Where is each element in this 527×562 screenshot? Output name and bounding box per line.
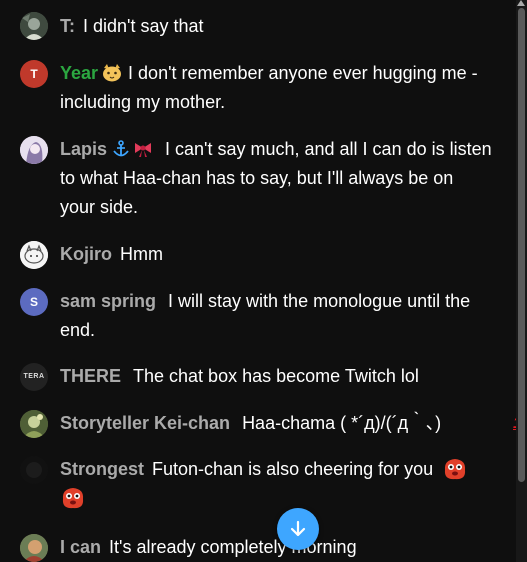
avatar-photo xyxy=(20,241,48,269)
message-content: Hmm xyxy=(120,244,163,264)
red-blob-emoji xyxy=(62,488,84,509)
message-text-block: I can It's already completely morning xyxy=(60,533,492,562)
ribbon-emoji xyxy=(135,143,152,157)
anchor-emoji xyxy=(113,140,129,157)
live-chat-panel: T: I didn't say that T Year I don't remem… xyxy=(0,0,516,562)
chat-message: Lapis I can't say much, and all I can do… xyxy=(20,135,492,222)
avatar-photo xyxy=(20,534,48,562)
avatar[interactable] xyxy=(20,241,48,269)
avatar-photo xyxy=(20,12,48,40)
author-name[interactable]: Storyteller Kei-chan xyxy=(60,413,230,433)
message-text-block: Lapis I can't say much, and all I can do… xyxy=(60,135,492,222)
chat-message: Kojiro Hmm xyxy=(20,240,492,269)
author-name[interactable]: Strongest xyxy=(60,459,144,479)
avatar[interactable] xyxy=(20,136,48,164)
scroll-up-arrow-icon[interactable] xyxy=(517,0,525,6)
message-content: I didn't say that xyxy=(83,16,204,36)
chat-message: Strongest Futon-chan is also cheering for… xyxy=(20,455,492,513)
message-text-block: sam spring I will stay with the monologue… xyxy=(60,287,492,345)
chat-message: I can It's already completely morning xyxy=(20,533,492,562)
avatar[interactable]: T xyxy=(20,60,48,88)
red-blob-emoji xyxy=(445,459,466,480)
avatar[interactable] xyxy=(20,456,48,484)
avatar[interactable] xyxy=(20,534,48,562)
message-content: Futon-chan is also cheering for you xyxy=(152,459,434,479)
author-name[interactable]: T: xyxy=(60,16,75,36)
message-text-block: Storyteller Kei-chan Haa-chama ( *´д)/(´д… xyxy=(60,409,492,438)
chat-message: Storyteller Kei-chan Haa-chama ( *´д)/(´д… xyxy=(20,409,492,438)
author-name[interactable]: sam spring xyxy=(60,291,156,311)
author-name[interactable]: THERE xyxy=(60,366,121,386)
avatar-photo xyxy=(20,136,48,164)
chat-message: T: I didn't say that xyxy=(20,12,492,41)
message-content: The chat box has become Twitch lol xyxy=(133,366,419,386)
message-text-block: Kojiro Hmm xyxy=(60,240,492,269)
message-text-block: THERE The chat box has become Twitch lol xyxy=(60,362,492,391)
message-text-block: T: I didn't say that xyxy=(60,12,492,41)
avatar-photo xyxy=(20,410,48,438)
avatar-letter: T xyxy=(30,67,38,81)
message-content: Haa-chama ( *´д)/(´д｀､) xyxy=(242,413,442,433)
avatar[interactable]: TERA xyxy=(20,363,48,391)
chat-message: S sam spring I will stay with the monolog… xyxy=(20,287,492,345)
message-content: It's already completely morning xyxy=(109,537,357,557)
author-name[interactable]: Kojiro xyxy=(60,244,112,264)
avatar-logo-text: TERA xyxy=(23,373,45,380)
avatar[interactable] xyxy=(20,12,48,40)
author-name[interactable]: Lapis xyxy=(60,139,107,159)
avatar[interactable] xyxy=(20,410,48,438)
chat-scrollbar[interactable] xyxy=(516,0,527,562)
message-text-block: Year I don't remember anyone ever huggin… xyxy=(60,59,492,117)
scroll-to-bottom-button[interactable] xyxy=(277,508,319,550)
avatar[interactable]: S xyxy=(20,288,48,316)
author-name[interactable]: I can xyxy=(60,537,101,557)
chat-message: TERA THERE The chat box has become Twitch… xyxy=(20,362,492,391)
message-content: I don't remember anyone ever hugging me … xyxy=(60,63,478,112)
chat-message: T Year I don't remember anyone ever hugg… xyxy=(20,59,492,117)
cat-face-emoji xyxy=(103,64,122,82)
scroll-thumb[interactable] xyxy=(518,8,525,482)
author-name[interactable]: Year xyxy=(60,63,98,83)
message-text-block: Strongest Futon-chan is also cheering for… xyxy=(60,455,492,513)
arrow-down-icon xyxy=(290,520,306,537)
avatar-letter: S xyxy=(29,295,38,309)
avatar-photo xyxy=(20,456,48,484)
